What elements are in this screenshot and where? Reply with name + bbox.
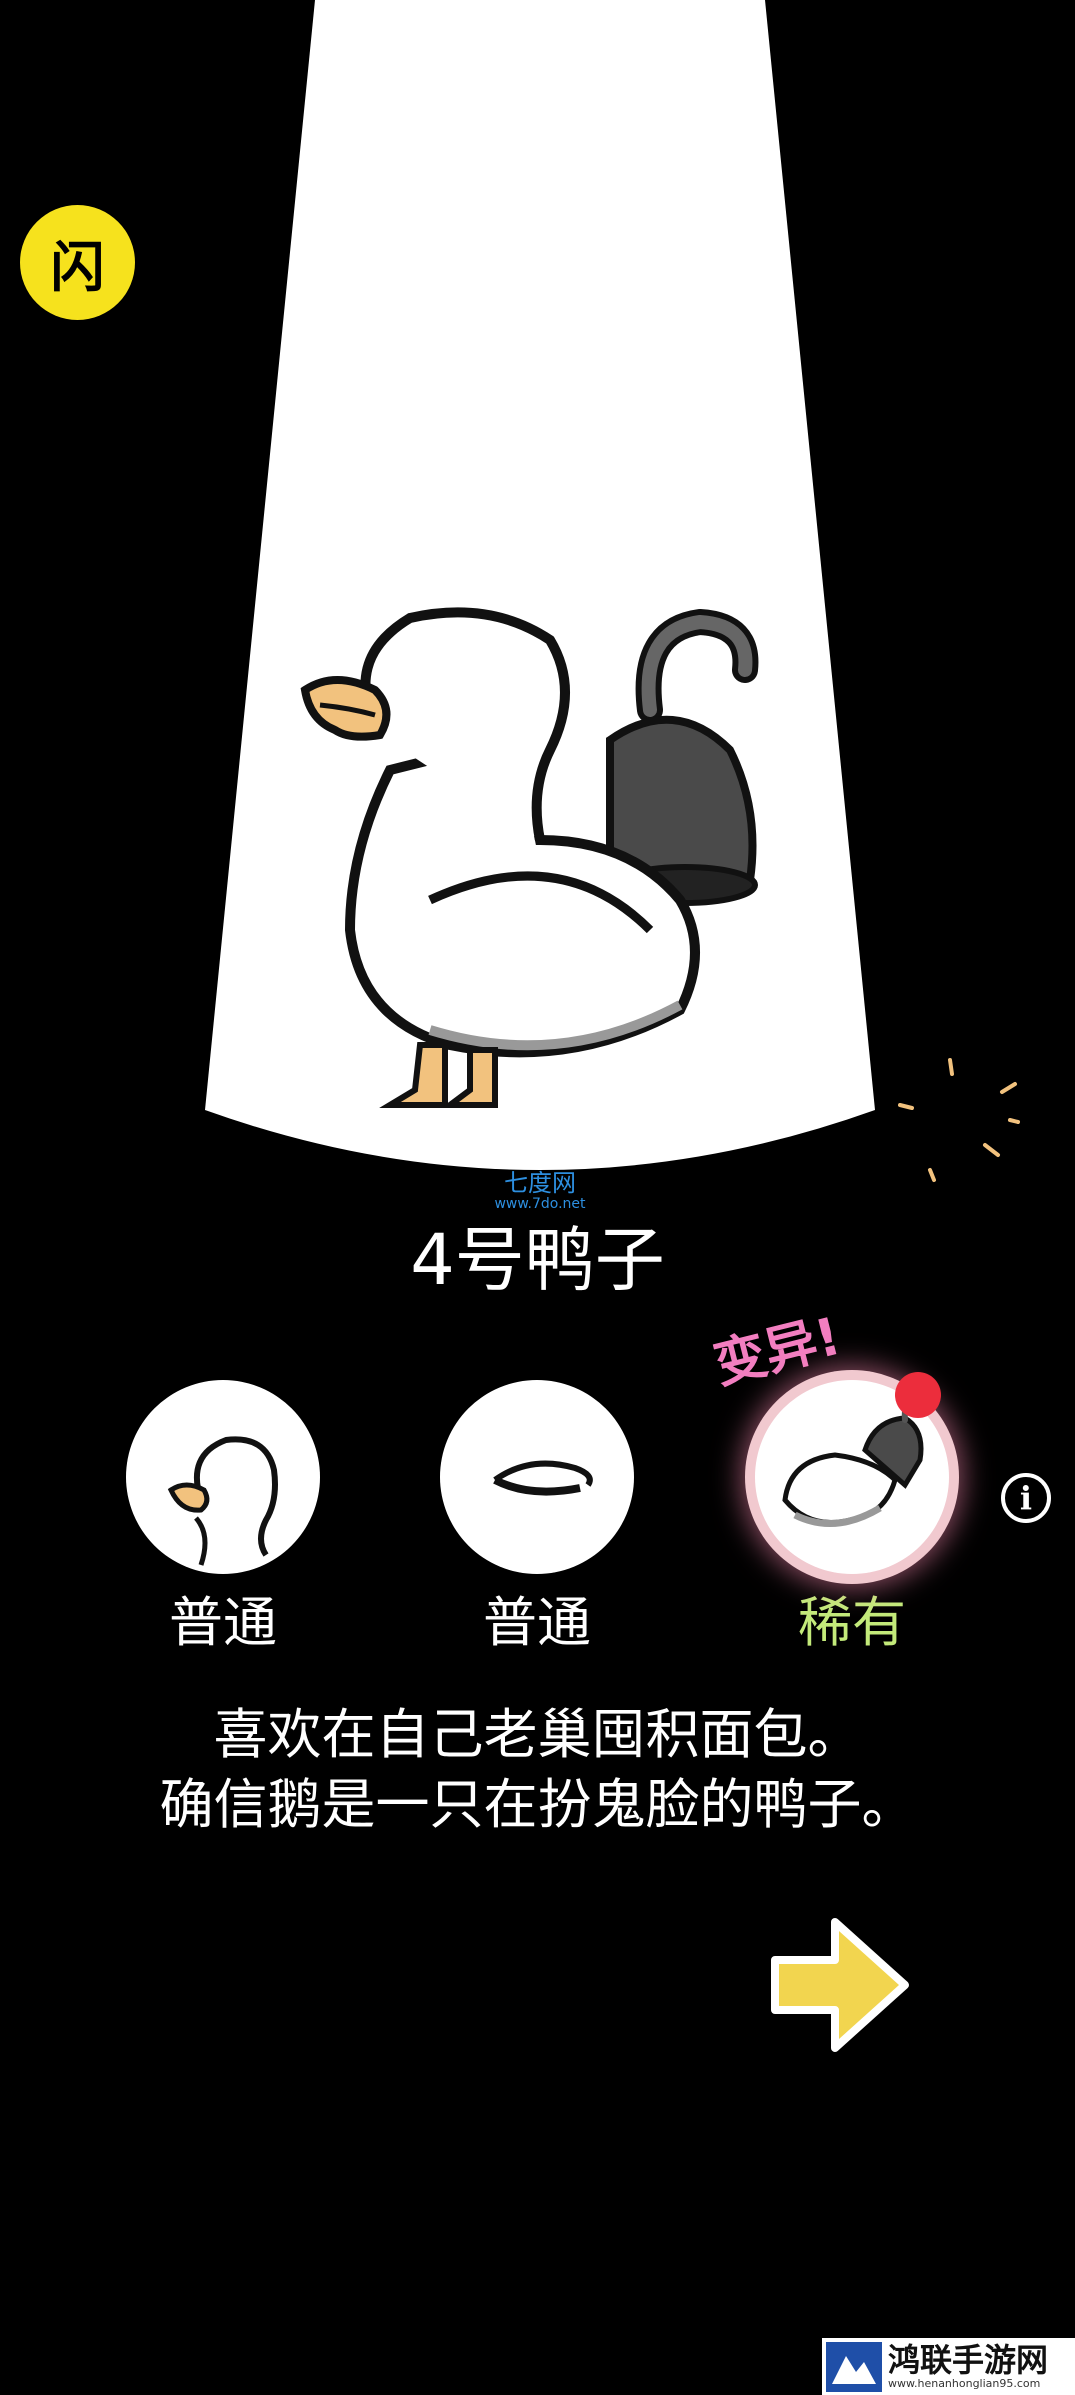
trait-head: 普通 bbox=[123, 1380, 323, 1654]
duck-description: 喜欢在自己老巢囤积面包。 确信鹅是一只在扮鬼脸的鸭子。 bbox=[0, 1700, 1075, 1840]
footer-site-url: www.henanhonglian95.com bbox=[888, 2377, 1041, 2390]
footer-site-name: 鸿联手游网 bbox=[888, 2341, 1049, 2379]
duck-name: 4号鸭子 bbox=[410, 1219, 665, 1301]
watermark-site-name: 七度网 bbox=[504, 1169, 576, 1197]
trait-head-rarity: 普通 bbox=[169, 1591, 277, 1654]
trait-body-rarity: 普通 bbox=[483, 1591, 591, 1654]
description-line-1: 喜欢在自己老巢囤积面包。 bbox=[213, 1703, 862, 1766]
trait-tail: 稀有 bbox=[752, 1372, 952, 1654]
duck-illustration bbox=[300, 607, 759, 1108]
trait-body-button[interactable] bbox=[440, 1380, 634, 1574]
duck-head-icon bbox=[167, 1436, 278, 1566]
info-button[interactable]: i bbox=[1001, 1473, 1051, 1523]
flash-icon: 闪 bbox=[50, 236, 105, 299]
site-logo-icon bbox=[826, 2341, 882, 2392]
trait-tail-rarity: 稀有 bbox=[798, 1591, 906, 1654]
next-button[interactable] bbox=[765, 1910, 915, 2060]
info-icon: i bbox=[1019, 1479, 1033, 1517]
trait-tail-button[interactable] bbox=[755, 1372, 949, 1574]
duck-wing-icon bbox=[493, 1460, 593, 1496]
new-indicator-dot bbox=[895, 1372, 941, 1418]
flash-button[interactable]: 闪 bbox=[20, 205, 135, 320]
sparkle-marks bbox=[898, 1058, 1020, 1182]
watermark: 七度网 www.7do.net bbox=[465, 1170, 615, 1212]
trait-body: 普通 bbox=[437, 1380, 637, 1654]
description-line-2: 确信鹅是一只在扮鬼脸的鸭子。 bbox=[159, 1773, 916, 1836]
footer-watermark: 鸿联手游网 www.henanhonglian95.com bbox=[822, 2338, 1075, 2395]
trait-head-button[interactable] bbox=[126, 1380, 320, 1574]
arrow-right-icon bbox=[771, 1918, 909, 2052]
